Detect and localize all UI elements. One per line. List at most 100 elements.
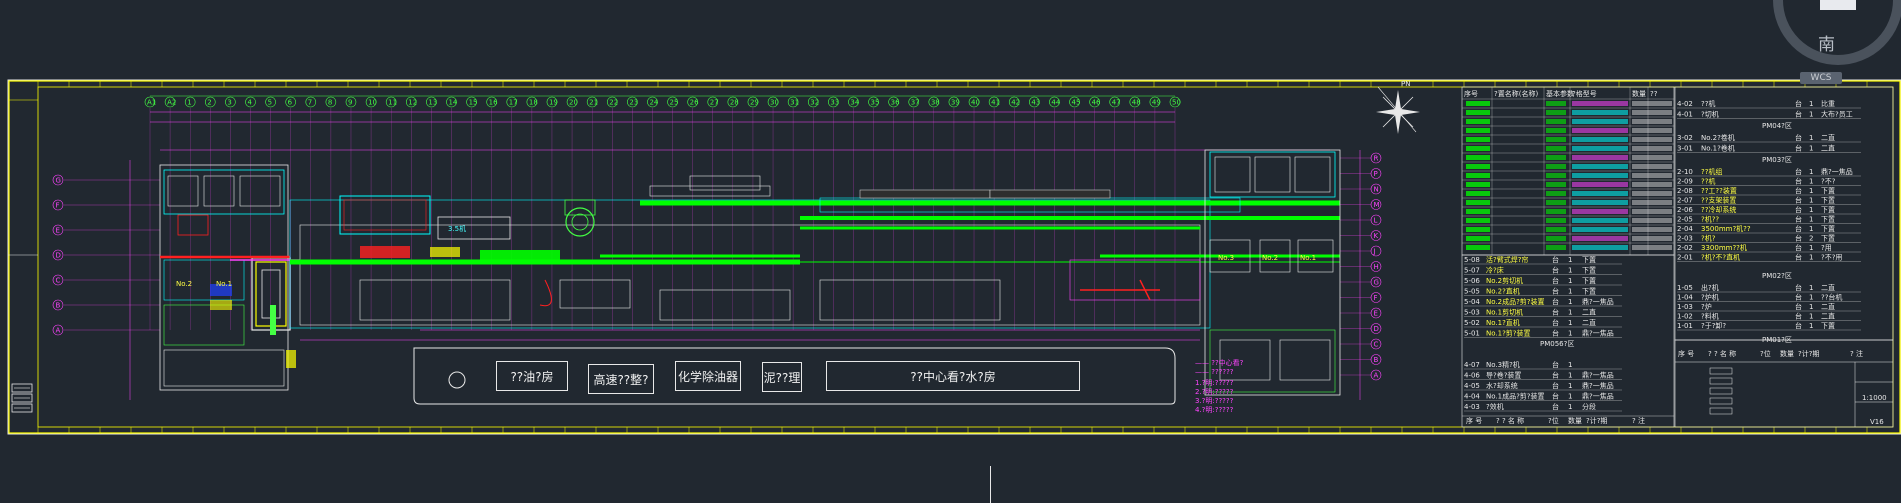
equipment-list-cell xyxy=(1632,209,1672,214)
schedule-right-cell: 台 xyxy=(1795,224,1802,233)
schedule-right-cell: ?切机 xyxy=(1701,110,1719,119)
schedule-right-section: PM03?区 xyxy=(1762,156,1792,164)
schedule-left-cell: 1 xyxy=(1568,288,1572,296)
schedule-right-cell: 台 xyxy=(1795,110,1802,119)
schedule-left-footer: ?位 xyxy=(1548,416,1559,425)
schedule-left-footer: ? 注 xyxy=(1632,416,1645,425)
schedule-left-cell: 下置 xyxy=(1582,267,1596,275)
equipment-list-cell xyxy=(1572,137,1628,142)
schedule-right-cell: 1 xyxy=(1809,322,1813,330)
equipment-list-cell xyxy=(1546,218,1566,223)
building-label-4: 泥??理 xyxy=(762,362,802,392)
wcs-menu-button[interactable]: WCS xyxy=(1800,72,1842,84)
title-block-sheet: V16 xyxy=(1870,418,1884,426)
equipment-list-cell xyxy=(1572,191,1628,196)
equipment-list-cell xyxy=(1572,155,1628,160)
schedule-right-cell: ?料机 xyxy=(1701,312,1719,321)
schedule-right-cell: 1 xyxy=(1809,294,1813,302)
equipment-list-cell xyxy=(1466,164,1490,169)
legend-note-1: 1.?明:????? xyxy=(1195,379,1234,387)
equipment-list-cell xyxy=(1572,200,1628,205)
schedule-right-cell: 台 xyxy=(1795,312,1802,321)
equipment-list-cell xyxy=(1632,236,1672,241)
schedule-right-cell: 下置 xyxy=(1821,187,1835,195)
schedule-left-cell: 1 xyxy=(1568,309,1572,317)
schedule-left-cell: No.1成品?剪?装置 xyxy=(1486,392,1545,401)
schedule-left-cell: 下置 xyxy=(1582,256,1596,264)
schedule-left-cell: 1 xyxy=(1568,298,1572,306)
equipment-list-cell xyxy=(1572,173,1628,178)
schedule-right-cell: 1 xyxy=(1809,145,1813,153)
cad-drawing-canvas[interactable]: A1 A2 1 2 3 4 5 6 7 8 9 10 11 12 13 14 15 16 17 18 19 20 21 22 2… xyxy=(0,0,1901,503)
schedule-table-left: 5-08 活?臂式焊?帘台 1 下置5-07 冷?床台 1 下置5-06 No.2剪切机台 1 下… xyxy=(1461,254,1675,428)
schedule-left-cell: 活?臂式焊?帘 xyxy=(1486,255,1528,264)
schedule-right-cell: 二直 xyxy=(1821,144,1835,153)
axis-bubble-label: 12 xyxy=(408,99,417,107)
schedule-left-cell: 台 xyxy=(1552,297,1559,306)
schedule-right-cell: ??支架装置 xyxy=(1701,196,1736,205)
axis-bubble-label: 5 xyxy=(268,99,272,107)
equipment-list-header: ?格型号 xyxy=(1572,89,1597,98)
plan-label-right-1: No.3 xyxy=(1218,254,1234,262)
axis-bubble-label: 7 xyxy=(308,99,312,107)
axis-bubble-label: C xyxy=(1374,341,1379,349)
axis-bubble-label: 37 xyxy=(911,99,920,107)
equipment-list-cell xyxy=(1546,101,1566,106)
schedule-right-cell: 1 xyxy=(1809,134,1813,142)
axis-bubble-label: 21 xyxy=(589,99,598,107)
schedule-right-cell: 2-04 xyxy=(1677,225,1693,233)
schedule-left-cell: 鼎?一焦品 xyxy=(1582,371,1614,380)
schedule-right-footer: 序 号 xyxy=(1678,349,1694,358)
schedule-left-cell: 1 xyxy=(1568,319,1572,327)
viewcube-direction[interactable]: 南 xyxy=(1818,30,1835,55)
equipment-list-cell xyxy=(1466,101,1490,106)
schedule-left-cell: No.2剪切机 xyxy=(1486,276,1523,285)
equipment-list-cell xyxy=(1572,236,1628,241)
schedule-right-cell: 2-08 xyxy=(1677,187,1693,195)
equipment-list-cell xyxy=(1466,236,1490,241)
equipment-list-cell xyxy=(1546,128,1566,133)
plan-label-right-2: No.2 xyxy=(1262,254,1278,262)
equipment-list-cell xyxy=(1466,209,1490,214)
schedule-right-cell: 1 xyxy=(1809,206,1813,214)
schedule-right-cell: 2-07 xyxy=(1677,197,1693,205)
schedule-right-cell: 台 xyxy=(1795,177,1802,186)
schedule-left-cell: 5-08 xyxy=(1464,256,1480,264)
equipment-list-header: ?置名称(名称) xyxy=(1494,89,1538,98)
schedule-right-cell: 1 xyxy=(1809,225,1813,233)
equipment-list-cell xyxy=(1466,218,1490,223)
schedule-left-cell: 5-06 xyxy=(1464,277,1480,285)
axis-bubble-label: 43 xyxy=(1031,99,1040,107)
equipment-list-header: ?? xyxy=(1650,90,1658,98)
axis-bubble-label: 17 xyxy=(509,99,518,107)
axis-bubble-label: 2 xyxy=(207,99,211,107)
equipment-list-header: 基本参数 xyxy=(1546,89,1574,98)
equipment-list-cell xyxy=(1572,119,1628,124)
axis-bubble-label: 31 xyxy=(790,99,799,107)
building-label-3: 化学除油器 xyxy=(675,361,741,391)
schedule-right-cell: 台 xyxy=(1795,167,1802,176)
schedule-right-cell: 3300mm??机 xyxy=(1701,243,1747,252)
equipment-list-cell xyxy=(1572,101,1628,106)
schedule-right-cell: 2-05 xyxy=(1677,216,1693,224)
equipment-list-cell xyxy=(1466,200,1490,205)
axis-bubble-label: 10 xyxy=(368,99,377,107)
schedule-left-cell: 台 xyxy=(1552,318,1559,327)
legend-note-2: 2.?明:????? xyxy=(1195,388,1234,396)
rolling-mill-line: 3.5机 xyxy=(289,175,1340,329)
schedule-right-cell: 1-01 xyxy=(1677,322,1693,330)
axis-bubble-label: 26 xyxy=(690,99,699,107)
schedule-left-cell: No.1剪切机 xyxy=(1486,308,1523,317)
axis-bubble-label: B xyxy=(1374,356,1379,364)
equipment-list-cell xyxy=(1546,236,1566,241)
schedule-left-cell: 台 xyxy=(1552,266,1559,275)
axis-bubble-label: 41 xyxy=(991,99,1000,107)
equipment-list-cell xyxy=(1546,245,1566,250)
schedule-right-cell: 1 xyxy=(1809,197,1813,205)
schedule-right-cell: 台 xyxy=(1795,215,1802,224)
equipment-list-cell xyxy=(1572,245,1628,250)
axis-bubble-label: 11 xyxy=(388,99,397,107)
axis-bubble-label: 38 xyxy=(931,99,940,107)
schedule-right-cell: 台 xyxy=(1795,243,1802,252)
schedule-left-cell: 二直 xyxy=(1582,318,1596,327)
